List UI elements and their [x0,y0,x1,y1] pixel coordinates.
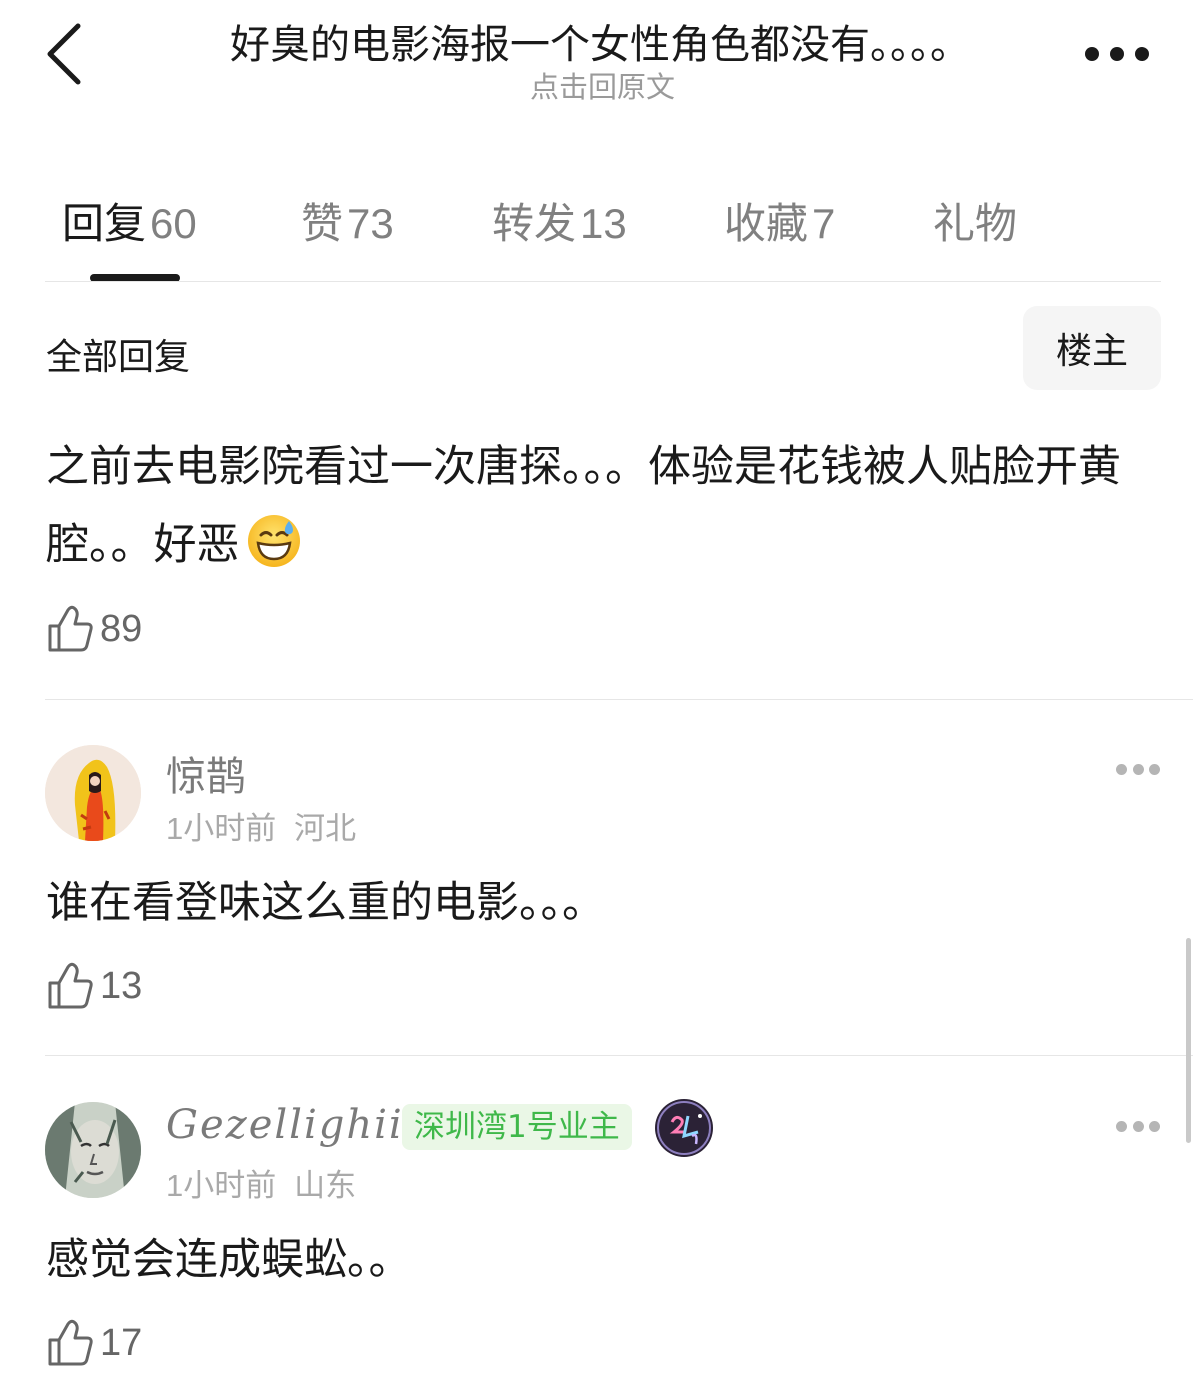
view-original-link[interactable]: 点击回原文 [150,64,1055,106]
chevron-left-icon [47,23,81,85]
original-reply: 之前去电影院看过一次唐探。。。体验是花钱被人贴脸开黄腔。。好恶 [46,428,1166,584]
comment-more-button[interactable] [1116,1119,1160,1133]
like-count: 17 [100,1321,143,1364]
back-button[interactable] [40,22,90,86]
location: 河北 [294,811,357,847]
tab-likes[interactable]: 赞73 [301,190,394,251]
like-button[interactable]: 17 [46,1318,142,1368]
divider [45,1055,1193,1056]
tab-reposts[interactable]: 转发13 [492,190,627,251]
more-dot-icon [1135,47,1149,61]
like-count: 13 [100,964,143,1007]
timestamp: 1小时前 [166,811,277,846]
comment-text: 感觉会连成蜈蚣。。 [46,1235,412,1285]
like-button[interactable]: 89 [46,604,142,654]
grinning-sweat-emoji-icon [247,515,300,567]
comment-more-button[interactable] [1116,762,1160,776]
more-dot-icon [1085,47,1099,61]
reply-text: 之前去电影院看过一次唐探。。。体验是花钱被人贴脸开黄腔。。好恶 [46,442,1121,570]
divider [45,281,1161,282]
replies-section-header: 全部回复 楼主 [0,306,1193,390]
tab-bar: 回复60 赞73 转发13 收藏7 礼物 [0,170,1193,282]
more-dot-icon [1149,1120,1160,1132]
more-dot-icon [1110,47,1124,61]
thumbs-up-icon [48,962,93,1009]
comment-meta: 1小时前 河北 [166,803,356,848]
username[interactable]: 惊鹊 [166,744,246,802]
yellow-raincoat-girl-avatar [45,745,141,841]
more-dot-icon [1132,1120,1144,1132]
2024-medal-icon [655,1099,713,1157]
medal-icon[interactable] [654,1098,714,1158]
tab-replies[interactable]: 回复60 [62,190,197,251]
avatar[interactable] [45,745,141,841]
more-dot-icon [1116,763,1127,775]
more-dot-icon [1116,1120,1127,1132]
section-title: 全部回复 [46,337,191,378]
like-count: 89 [100,607,143,650]
scrollbar[interactable] [1186,938,1191,1143]
location: 山东 [294,1168,357,1204]
tab-favorites[interactable]: 收藏7 [724,190,835,251]
like-button[interactable]: 13 [46,961,142,1011]
top-bar: 好臭的电影海报一个女性角色都没有。。。。 点击回原文 [0,0,1193,110]
divider [45,699,1193,700]
comment-text: 谁在看登味这么重的电影。。。 [46,878,605,928]
more-dot-icon [1132,763,1144,775]
thumbs-up-icon [48,1319,93,1366]
more-options-button[interactable] [1085,46,1149,62]
username[interactable]: Gezellighiii [166,1102,419,1148]
timestamp: 1小时前 [166,1168,277,1203]
comment-meta: 1小时前 山东 [166,1160,356,1205]
page-title: 好臭的电影海报一个女性角色都没有。。。。 [230,22,970,68]
sketch-face-avatar [45,1102,141,1198]
op-only-filter-button[interactable]: 楼主 [1023,306,1161,390]
tab-gifts[interactable]: 礼物 [933,190,1017,251]
avatar[interactable] [45,1102,141,1198]
more-dot-icon [1149,763,1160,775]
membership-badge[interactable]: 深圳湾1号业主 [402,1104,632,1150]
thumbs-up-icon [48,605,93,652]
